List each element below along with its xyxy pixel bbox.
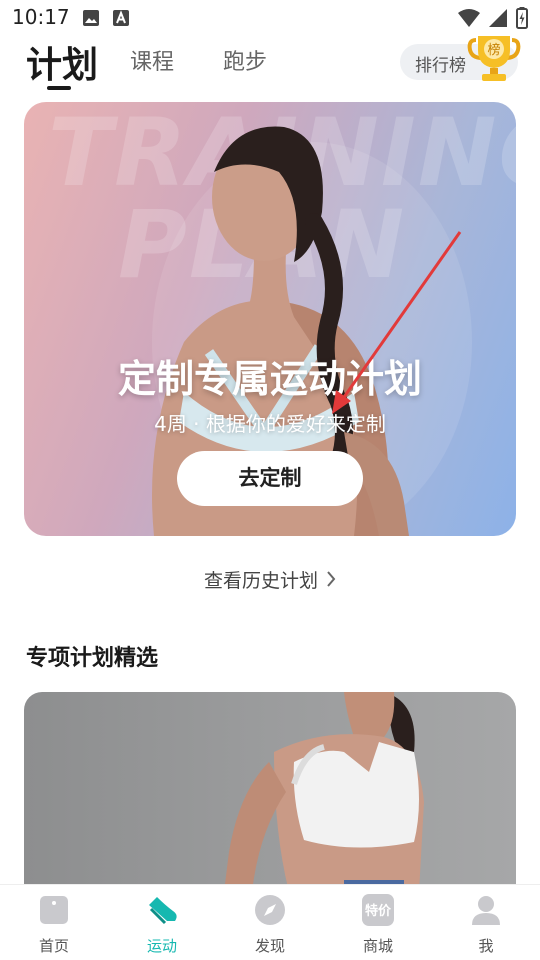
compass-icon [255,895,285,925]
tab-courses[interactable]: 课程 [130,44,174,76]
section-title: 专项计划精选 [26,646,159,671]
banner-title: 定制专属运动计划 [117,357,422,401]
nav-label-exercise: 运动 [146,937,177,955]
tab-active-indicator [47,86,71,90]
signal-icon [489,9,507,27]
nav-label-mall: 商城 [362,937,393,955]
special-price-icon: 特价 [362,894,394,926]
tab-plan[interactable]: 计划 [26,36,98,88]
app-notification-icon [113,10,129,26]
nav-item-exercise[interactable]: 运动 [122,893,202,956]
customize-plan-button[interactable]: 去定制 [177,451,363,506]
trophy-badge-text: 榜 [487,42,500,58]
custom-plan-banner[interactable]: TRAINING PLAN 定制专属运动计划 4周 · 根据你的爱好来定制 去定… [24,102,516,536]
view-history-plans-link[interactable]: 查看历史计划 [0,566,540,593]
banner-subtitle: 4周 · 根据你的爱好来定制 [154,412,386,436]
featured-plan-image [224,692,424,892]
home-icon [40,896,68,924]
nav-label-home: 首页 [38,937,69,955]
nav-label-me: 我 [478,937,494,955]
nav-item-me[interactable]: 我 [446,893,526,956]
chevron-right-icon [326,570,336,592]
image-notification-icon [83,10,99,26]
special-price-badge: 特价 [365,903,392,919]
bottom-navigation: 首页 运动 发现 特价 商城 我 [0,884,540,960]
profile-icon [472,896,500,925]
wifi-icon [458,9,480,27]
status-notification-icons [82,9,130,27]
trophy-icon[interactable]: 榜 [466,32,522,84]
battery-icon [516,7,528,29]
nav-item-mall[interactable]: 特价 商城 [338,893,418,956]
status-system-icons [458,7,528,29]
leaderboard-label: 排行榜 [415,56,466,76]
status-time: 10:17 [12,5,70,29]
status-bar: 10:17 [0,0,540,36]
featured-plan-card[interactable] [24,692,516,892]
tab-running[interactable]: 跑步 [223,44,267,76]
nav-label-discover: 发现 [254,937,285,955]
nav-item-home[interactable]: 首页 [14,893,94,956]
history-link-label: 查看历史计划 [203,570,318,592]
shoe-icon [149,897,177,925]
nav-item-discover[interactable]: 发现 [230,893,310,956]
